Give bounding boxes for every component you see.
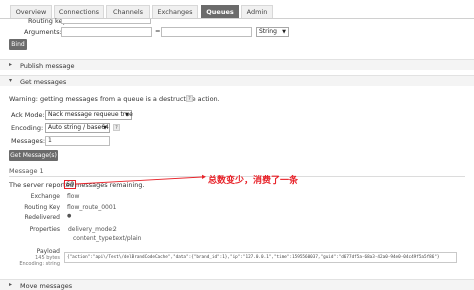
chevron-right-icon: ▸ [9,281,13,288]
move-messages-section[interactable]: ▸ Move messages [0,279,474,290]
payload-encoding: Encoding: string [19,261,60,267]
content-type-value: text/plain [113,235,142,242]
annotation-text: 总数变少，消费了一条 [208,176,299,186]
redelivered-label: Redelivered [24,214,60,221]
annotation-arrow [75,174,206,185]
routing-key-prop-label: Routing Key [24,204,60,211]
payload-label: Payload [36,248,60,255]
exchange-value: flow [67,193,80,200]
payload-text: {"action":"api\/Test\/delBrandCodeCache"… [64,252,457,263]
exchange-label: Exchange [30,193,60,200]
content-type-key: content_type: [73,235,115,242]
delivery-mode-key: delivery_mode: [68,226,115,233]
delivery-mode-value: 2 [113,226,117,233]
routing-key-value: flow_route_0001 [67,204,117,211]
properties-label: Properties [29,226,60,233]
redelivered-dot-icon: ● [67,213,72,219]
annotation-label: 总数变少，消费了一条 [208,173,298,186]
move-messages-title: Move messages [20,282,73,290]
